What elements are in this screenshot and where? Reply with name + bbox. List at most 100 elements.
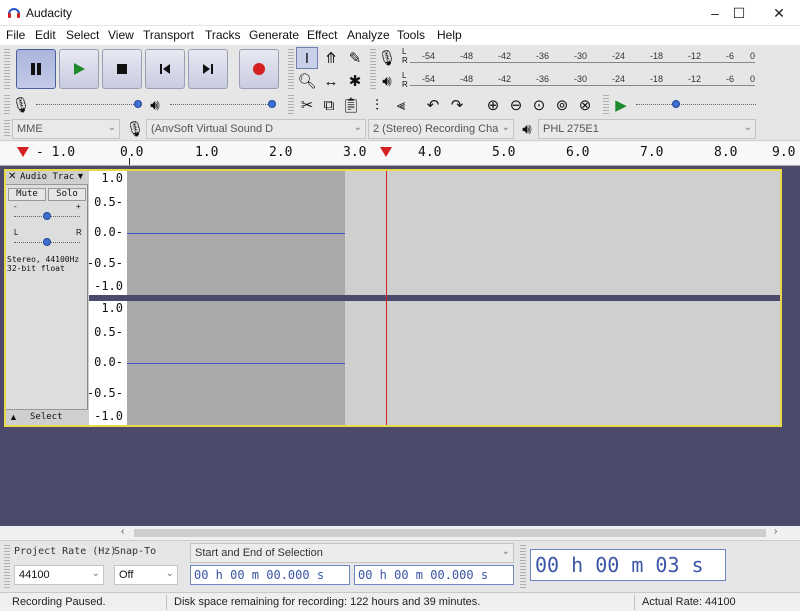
- stop-button[interactable]: [102, 49, 142, 89]
- solo-button[interactable]: Solo: [48, 188, 86, 201]
- select-track-button[interactable]: Select: [30, 412, 63, 422]
- play-button[interactable]: [59, 49, 99, 89]
- menu-file[interactable]: File: [6, 28, 25, 42]
- zoom-toggle-icon[interactable]: ⊗: [574, 94, 596, 116]
- playback-meter[interactable]: -54 -48 -42 -36 -30 -24 -18 -12 -6 0: [410, 72, 755, 94]
- chevron-down-icon: ⌄: [353, 122, 362, 133]
- track-name-button[interactable]: Audio Trac: [20, 172, 74, 182]
- meter-channel-l: L: [402, 47, 407, 56]
- fit-selection-icon[interactable]: ⊙: [528, 94, 550, 116]
- channel-right-scale[interactable]: 1.0 0.5- 0.0- -0.5- -1.0: [87, 301, 127, 425]
- scrollbar-thumb[interactable]: [134, 529, 766, 537]
- pan-slider[interactable]: [14, 235, 80, 249]
- envelope-tool-icon[interactable]: ⤊: [320, 47, 342, 69]
- menu-transport[interactable]: Transport: [143, 28, 194, 42]
- microphone-icon[interactable]: 🎙︎: [376, 47, 398, 69]
- fit-project-icon[interactable]: ⊚: [551, 94, 573, 116]
- horizontal-scrollbar[interactable]: ‹ ›: [0, 526, 800, 540]
- status-divider: [166, 595, 167, 610]
- cut-icon[interactable]: ✂: [296, 94, 318, 116]
- multi-tool-icon[interactable]: ✱: [344, 70, 366, 92]
- close-track-icon[interactable]: ✕: [8, 171, 16, 182]
- selection-end-time[interactable]: 00 h 00 m 00.000 s: [354, 565, 514, 585]
- zoom-out-icon[interactable]: ⊖: [505, 94, 527, 116]
- zoom-in-icon[interactable]: ⊕: [482, 94, 504, 116]
- selection-tool-icon[interactable]: I: [296, 47, 318, 69]
- menu-analyze[interactable]: Analyze: [347, 28, 390, 42]
- mute-button[interactable]: Mute: [8, 188, 46, 201]
- skip-to-end-button[interactable]: [188, 49, 228, 89]
- selection-mode-select[interactable]: Start and End of Selection ⌄: [190, 543, 514, 563]
- recording-channels-select[interactable]: 2 (Stereo) Recording Cha ⌄: [368, 119, 514, 139]
- recording-meter[interactable]: -54 -48 -42 -36 -30 -24 -18 -12 -6 0: [410, 49, 755, 71]
- project-rate-select[interactable]: 44100 ⌄: [14, 565, 104, 585]
- time-shift-tool-icon[interactable]: ↔: [320, 70, 342, 92]
- playback-volume-slider[interactable]: [170, 97, 276, 111]
- play-speed-slider[interactable]: [636, 97, 756, 111]
- playback-device-select[interactable]: PHL 275E1 ⌄: [538, 119, 756, 139]
- status-bar: Recording Paused. Disk space remaining f…: [0, 592, 800, 611]
- recording-device-value: (AnvSoft Virtual Sound D: [151, 123, 274, 135]
- stop-icon: [117, 64, 127, 74]
- recording-volume-slider[interactable]: [36, 97, 142, 111]
- track-menu-chevron-icon[interactable]: ▼: [76, 171, 85, 181]
- menu-edit[interactable]: Edit: [35, 28, 56, 42]
- menu-effect[interactable]: Effect: [307, 28, 337, 42]
- zoom-tool-icon[interactable]: 🔍︎: [296, 70, 318, 92]
- meter-tick: -6: [726, 51, 735, 61]
- track-format-info: Stereo, 44100Hz: [7, 255, 80, 264]
- audio-host-select[interactable]: MME ⌄: [12, 119, 120, 139]
- toolbar-grip[interactable]: [288, 95, 294, 115]
- toolbar-grip[interactable]: [520, 545, 526, 589]
- trim-icon[interactable]: ⫶: [366, 94, 388, 116]
- audio-position-time[interactable]: 00 h 00 m 03 s: [530, 549, 726, 581]
- draw-tool-icon[interactable]: ✎: [344, 47, 366, 69]
- menu-help[interactable]: Help: [437, 28, 462, 42]
- ruler-label: 2.0: [269, 145, 293, 160]
- maximize-button[interactable]: ☐: [722, 0, 756, 26]
- menu-select[interactable]: Select: [66, 28, 99, 42]
- menu-tracks[interactable]: Tracks: [205, 28, 241, 42]
- toolbar-grip[interactable]: [4, 120, 10, 138]
- selection-start-time[interactable]: 00 h 00 m 00.000 s: [190, 565, 350, 585]
- paste-icon[interactable]: 📋︎: [340, 94, 362, 116]
- copy-icon[interactable]: ⧉: [318, 94, 340, 116]
- scroll-left-icon[interactable]: ‹: [121, 526, 124, 537]
- play-head-marker-icon: [17, 147, 29, 157]
- menu-view[interactable]: View: [108, 28, 134, 42]
- pause-button[interactable]: [16, 49, 56, 89]
- menu-tools[interactable]: Tools: [397, 28, 425, 42]
- record-button[interactable]: [239, 49, 279, 89]
- toolbar-grip[interactable]: [4, 49, 10, 89]
- undo-icon[interactable]: ↶: [422, 94, 444, 116]
- record-cursor-line: [386, 171, 387, 425]
- channel-left-scale[interactable]: 1.0 0.5- 0.0- -0.5- -1.0: [86, 171, 127, 295]
- skip-to-start-button[interactable]: [145, 49, 185, 89]
- project-rate-value: 44100: [19, 569, 50, 581]
- close-button[interactable]: ✕: [762, 0, 796, 26]
- silence-icon[interactable]: ⫷: [390, 94, 412, 116]
- scale-label: -1.0: [94, 279, 123, 293]
- recording-volume-icon: 🎙︎: [11, 97, 31, 114]
- snap-to-select[interactable]: Off ⌄: [114, 565, 178, 585]
- status-divider: [634, 595, 635, 610]
- scale-label: -1.0: [94, 409, 123, 423]
- collapse-track-icon[interactable]: ▲: [9, 412, 18, 422]
- waveform-channel-left[interactable]: [127, 171, 780, 295]
- recording-position-marker-icon: [380, 147, 392, 157]
- scale-label: -0.5-: [86, 256, 123, 270]
- toolbar-grip[interactable]: [4, 545, 10, 589]
- menu-generate[interactable]: Generate: [249, 28, 299, 42]
- timeline-ruler[interactable]: - 1.0 0.0 1.0 2.0 3.0 4.0 5.0 6.0 7.0 8.…: [0, 142, 800, 166]
- toolbar-grip[interactable]: [288, 49, 294, 89]
- recording-device-select[interactable]: (AnvSoft Virtual Sound D ⌄: [146, 119, 366, 139]
- chevron-down-icon: ⌄: [165, 568, 174, 579]
- redo-icon[interactable]: ↷: [446, 94, 468, 116]
- scroll-right-icon[interactable]: ›: [774, 526, 777, 537]
- waveform-channel-right[interactable]: [127, 301, 780, 425]
- chevron-down-icon: ⌄: [91, 568, 100, 579]
- toolbar-grip[interactable]: [603, 95, 609, 115]
- gain-slider[interactable]: [14, 209, 80, 223]
- speaker-icon[interactable]: 🔊︎: [376, 70, 398, 92]
- play-at-speed-icon[interactable]: ▶: [610, 94, 632, 116]
